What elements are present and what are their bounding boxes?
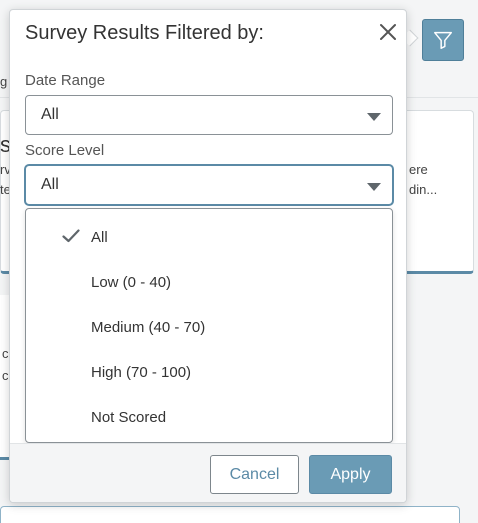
option-label: Low (0 - 40) [91, 274, 172, 291]
option-label: Medium (40 - 70) [91, 319, 206, 336]
option-label: High (70 - 100) [91, 364, 192, 381]
chevron-down-icon [367, 113, 381, 121]
score-level-select[interactable]: All [25, 165, 393, 205]
option-label: All [91, 229, 108, 246]
score-level-dropdown-menu: All Low (0 - 40) Medium (40 - 70) High (… [25, 208, 393, 443]
checkmark-icon [62, 229, 80, 243]
option-label: Not Scored [91, 409, 167, 426]
score-option-not-scored[interactable]: Not Scored [26, 395, 392, 440]
score-level-value: All [41, 176, 59, 193]
filter-popover: Survey Results Filtered by: Date Range A… [9, 9, 407, 503]
background-text-fragment: c [2, 368, 9, 383]
close-icon [380, 24, 396, 40]
background-text-fragment: g [0, 74, 8, 89]
background-text-fragment: c [2, 346, 9, 361]
score-option-medium[interactable]: Medium (40 - 70) [26, 305, 392, 350]
background-text-fragment: ere [409, 162, 428, 177]
filter-button[interactable] [422, 19, 464, 61]
popover-title: Survey Results Filtered by: [25, 22, 264, 44]
close-button[interactable] [376, 20, 400, 44]
score-option-high[interactable]: High (70 - 100) [26, 350, 392, 395]
score-option-low[interactable]: Low (0 - 40) [26, 260, 392, 305]
cancel-button[interactable]: Cancel [210, 455, 299, 494]
date-range-label: Date Range [25, 72, 106, 89]
chevron-down-icon [367, 183, 381, 191]
apply-button[interactable]: Apply [309, 455, 392, 494]
background-text-fragment: din... [409, 182, 438, 197]
score-level-label: Score Level [25, 142, 105, 159]
date-range-select[interactable]: All [25, 95, 393, 135]
popover-footer: Cancel Apply [10, 443, 406, 502]
score-option-all[interactable]: All [26, 215, 392, 260]
background-card-bottom [0, 506, 460, 523]
date-range-value: All [41, 106, 59, 123]
filter-icon [434, 31, 452, 49]
